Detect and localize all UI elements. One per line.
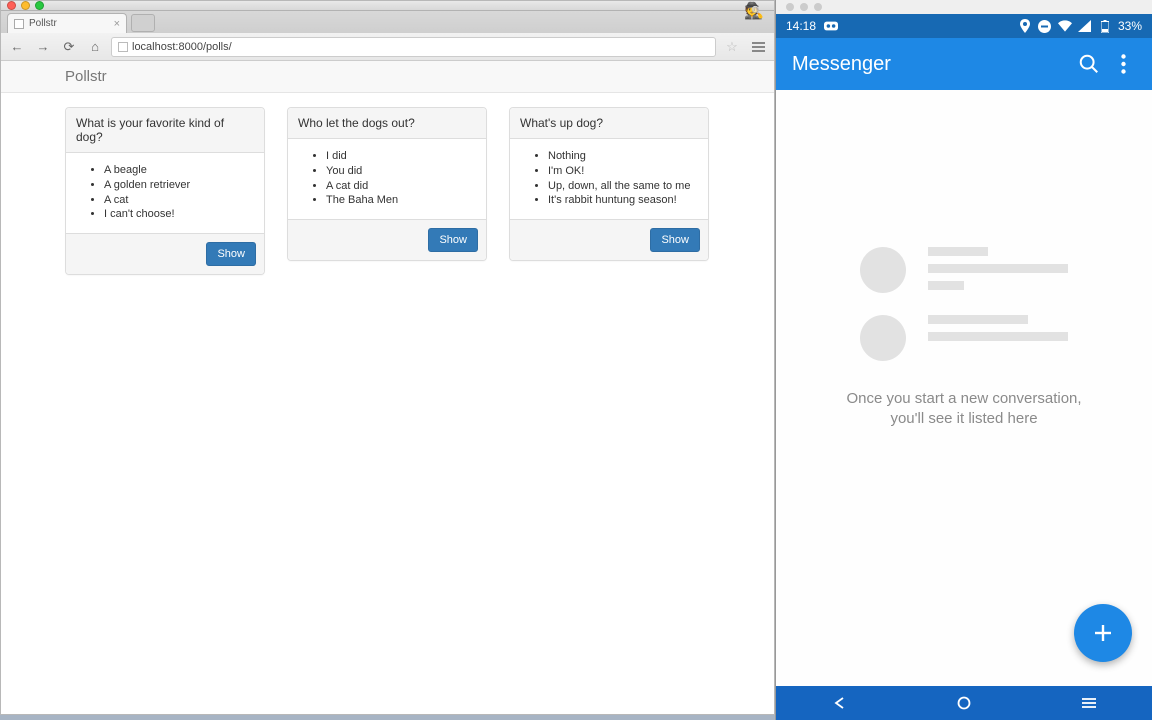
poll-option: A golden retriever	[104, 179, 254, 193]
back-button[interactable]: ←	[7, 37, 27, 57]
vr-icon	[824, 19, 838, 33]
polls-content: What is your favorite kind of dog? A bea…	[1, 93, 774, 714]
empty-state-placeholder	[860, 247, 1068, 361]
android-emulator: 14:18 33% Messenger	[775, 0, 1152, 720]
new-tab-button[interactable]	[131, 14, 155, 32]
poll-footer: Show	[510, 219, 708, 260]
poll-option: Nothing	[548, 150, 698, 164]
poll-option: I did	[326, 150, 476, 164]
home-button[interactable]: ⌂	[85, 37, 105, 57]
signal-icon	[1078, 19, 1092, 33]
battery-icon	[1098, 19, 1112, 33]
show-button[interactable]: Show	[206, 242, 256, 266]
poll-option: I can't choose!	[104, 208, 254, 222]
poll-question: Who let the dogs out?	[288, 108, 486, 139]
browser-toolbar: ← → ⟳ ⌂ localhost:8000/polls/ ☆	[1, 33, 774, 61]
show-button[interactable]: Show	[650, 228, 700, 252]
empty-line-2: you'll see it listed here	[890, 410, 1037, 427]
poll-question: What is your favorite kind of dog?	[66, 108, 264, 153]
emulator-dot	[786, 3, 794, 11]
bookmark-star-icon[interactable]: ☆	[722, 37, 742, 57]
poll-card: What is your favorite kind of dog? A bea…	[65, 107, 265, 275]
poll-card: Who let the dogs out? I did You did A ca…	[287, 107, 487, 261]
placeholder-line	[928, 315, 1028, 324]
forward-button[interactable]: →	[33, 37, 53, 57]
poll-card: What's up dog? Nothing I'm OK! Up, down,…	[509, 107, 709, 261]
poll-option: A cat did	[326, 180, 476, 194]
poll-option: The Baha Men	[326, 194, 476, 208]
placeholder-line	[928, 264, 1068, 273]
android-recents-button[interactable]	[1074, 694, 1104, 712]
search-icon[interactable]	[1076, 51, 1102, 77]
browser-tab-bar: Pollstr ×	[1, 11, 774, 33]
browser-menu-button[interactable]	[748, 37, 768, 57]
android-back-button[interactable]	[824, 694, 854, 712]
poll-options: A beagle A golden retriever A cat I can'…	[66, 153, 264, 233]
reload-button[interactable]: ⟳	[59, 37, 79, 57]
poll-option: You did	[326, 165, 476, 179]
window-titlebar	[1, 1, 774, 11]
placeholder-avatar	[860, 247, 906, 293]
poll-footer: Show	[66, 233, 264, 274]
emulator-dot	[814, 3, 822, 11]
page-icon	[118, 42, 128, 52]
app-bar-title: Messenger	[792, 53, 1068, 76]
placeholder-line	[928, 281, 964, 290]
url-text: localhost:8000/polls/	[132, 41, 232, 53]
android-nav-bar	[776, 686, 1152, 720]
browser-window: 🕵️ Pollstr × ← → ⟳ ⌂ localhost:8000/poll…	[0, 0, 775, 715]
status-time: 14:18	[786, 19, 816, 33]
android-status-bar: 14:18 33%	[776, 14, 1152, 38]
poll-option: Up, down, all the same to me	[548, 180, 698, 194]
window-close-button[interactable]	[7, 1, 16, 10]
android-home-button[interactable]	[949, 694, 979, 712]
tab-favicon	[14, 19, 24, 29]
empty-state-text: Once you start a new conversation, you'l…	[846, 389, 1081, 430]
placeholder-row	[860, 247, 1068, 293]
placeholder-row	[860, 315, 1068, 361]
messenger-app-bar: Messenger	[776, 38, 1152, 90]
location-icon	[1018, 19, 1032, 33]
show-button[interactable]: Show	[428, 228, 478, 252]
placeholder-line	[928, 247, 988, 256]
placeholder-avatar	[860, 315, 906, 361]
empty-line-1: Once you start a new conversation,	[846, 390, 1081, 407]
emulator-titlebar	[776, 0, 1152, 14]
placeholder-lines	[928, 315, 1068, 341]
app-brand[interactable]: Pollstr	[65, 68, 107, 85]
window-maximize-button[interactable]	[35, 1, 44, 10]
emulator-dot	[800, 3, 808, 11]
poll-options: Nothing I'm OK! Up, down, all the same t…	[510, 139, 708, 219]
app-navbar: Pollstr	[1, 61, 774, 93]
placeholder-lines	[928, 247, 1068, 290]
browser-tab[interactable]: Pollstr ×	[7, 13, 127, 33]
tab-title: Pollstr	[29, 18, 57, 29]
poll-question: What's up dog?	[510, 108, 708, 139]
poll-footer: Show	[288, 219, 486, 260]
poll-option: It's rabbit huntung season!	[548, 194, 698, 208]
poll-options: I did You did A cat did The Baha Men	[288, 139, 486, 219]
new-conversation-fab[interactable]	[1074, 604, 1132, 662]
overflow-menu-icon[interactable]	[1110, 51, 1136, 77]
address-bar[interactable]: localhost:8000/polls/	[111, 37, 716, 57]
tab-close-icon[interactable]: ×	[114, 18, 120, 30]
window-minimize-button[interactable]	[21, 1, 30, 10]
poll-option: A cat	[104, 194, 254, 208]
status-battery-pct: 33%	[1118, 19, 1142, 33]
poll-option: I'm OK!	[548, 165, 698, 179]
dnd-icon	[1038, 19, 1052, 33]
messenger-body: Once you start a new conversation, you'l…	[776, 90, 1152, 686]
incognito-icon: 🕵️	[744, 1, 764, 21]
wifi-icon	[1058, 19, 1072, 33]
placeholder-line	[928, 332, 1068, 341]
poll-option: A beagle	[104, 164, 254, 178]
